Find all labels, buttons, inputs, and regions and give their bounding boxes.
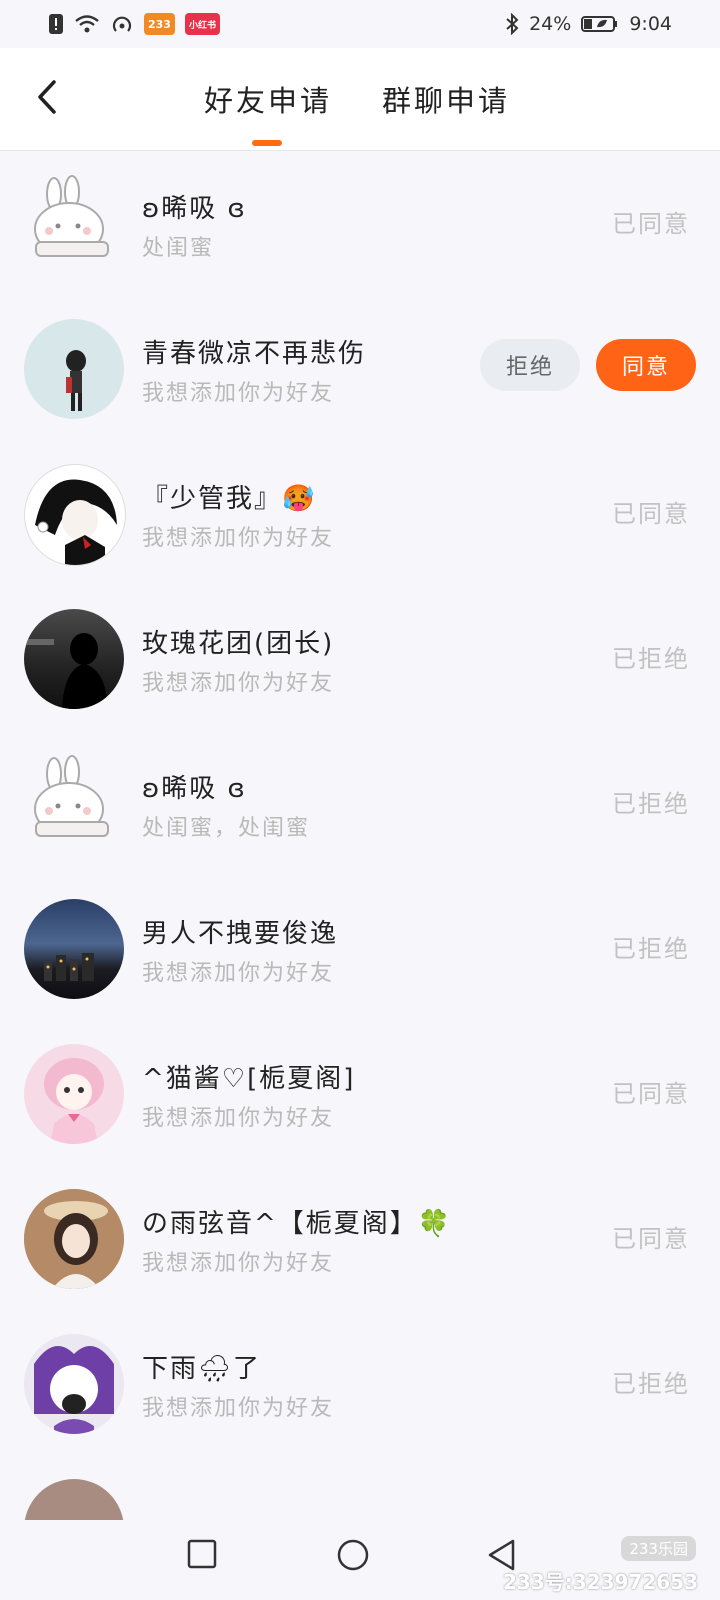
- avatar[interactable]: [24, 464, 126, 566]
- request-row[interactable]: 青春微凉不再悲伤 我想添加你为好友 拒绝 同意: [0, 295, 720, 443]
- app-xhs-icon: 小红书: [184, 13, 220, 35]
- request-row[interactable]: ^猫酱♡[栀夏阁] 我想添加你为好友 已同意: [0, 1020, 720, 1168]
- avatar[interactable]: [24, 1334, 124, 1434]
- request-status: 已同意: [612, 1080, 690, 1108]
- pink-anime-girl-avatar: [44, 1058, 104, 1144]
- avatar[interactable]: [24, 319, 124, 419]
- back-arrow-icon[interactable]: [28, 74, 68, 120]
- request-row[interactable]: [0, 1455, 720, 1520]
- requester-name: ʚ晞吸 ɞ: [142, 194, 247, 224]
- status-icons-left: 233 小红书: [48, 13, 220, 35]
- requester-name: 青春微凉不再悲伤: [142, 339, 367, 369]
- request-message: 我想添加你为好友: [142, 526, 335, 551]
- recent-apps-icon[interactable]: [186, 1538, 218, 1570]
- home-icon[interactable]: [336, 1538, 370, 1572]
- battery-icon: [581, 16, 618, 32]
- requester-name: 『少管我』🥵: [142, 484, 317, 514]
- watermark-id: 233号:323972653: [503, 1570, 698, 1594]
- wifi-icon: [75, 15, 99, 33]
- app-233-icon: 233: [144, 13, 175, 35]
- avatar[interactable]: [24, 899, 124, 999]
- active-tab-indicator: [252, 140, 282, 146]
- request-status: 已拒绝: [612, 790, 690, 818]
- alert-sim-icon: [49, 14, 63, 34]
- anime-boy-avatar: [35, 479, 117, 565]
- watermark-logo: 233乐园: [621, 1536, 696, 1561]
- request-row[interactable]: ʚ晞吸 ɞ 处闺蜜 已同意: [0, 150, 720, 298]
- request-message: 处闺蜜，处闺蜜: [142, 816, 311, 841]
- tab-friend-requests[interactable]: 好友申请: [204, 78, 332, 120]
- tab-group-requests[interactable]: 群聊申请: [382, 78, 510, 120]
- request-message: 我想添加你为好友: [142, 1106, 335, 1131]
- avatar[interactable]: [24, 754, 124, 854]
- request-message: 我想添加你为好友: [142, 961, 335, 986]
- avatar[interactable]: [24, 609, 124, 709]
- requester-name: 玫瑰花团(团长): [142, 629, 335, 659]
- request-message: 我想添加你为好友: [142, 671, 335, 696]
- friend-request-list[interactable]: ʚ晞吸 ɞ 处闺蜜 已同意 青春微凉不再悲伤 我想添加你为好友 拒绝 同意 『少…: [0, 150, 720, 1520]
- anime-character-avatar: [66, 350, 86, 411]
- request-message: 我想添加你为好友: [142, 1251, 335, 1276]
- clock-time: 9:04: [629, 13, 672, 35]
- cartoon-bunny-avatar: [34, 755, 109, 837]
- request-row[interactable]: 『少管我』🥵 我想添加你为好友 已同意: [0, 440, 720, 588]
- hotspot-icon: [112, 16, 132, 32]
- request-row[interactable]: 男人不拽要俊逸 我想添加你为好友 已拒绝: [0, 875, 720, 1023]
- girl-photo-avatar: [24, 1189, 124, 1289]
- requester-name: の雨弦音^【栀夏阁】🍀: [142, 1209, 453, 1239]
- requester-name: ʚ晞吸 ɞ: [142, 774, 247, 804]
- request-row[interactable]: 玫瑰花团(团长) 我想添加你为好友 已拒绝: [0, 585, 720, 733]
- avatar[interactable]: [24, 1044, 124, 1144]
- purple-character-avatar: [34, 1346, 114, 1434]
- requester-name: 男人不拽要俊逸: [142, 919, 339, 949]
- reject-button[interactable]: 拒绝: [480, 339, 580, 391]
- request-status: 已拒绝: [612, 645, 690, 673]
- request-message: 我想添加你为好友: [142, 381, 335, 406]
- cartoon-bunny-avatar: [34, 175, 109, 257]
- requester-name: 下雨🌧了: [142, 1354, 262, 1384]
- request-row[interactable]: の雨弦音^【栀夏阁】🍀 我想添加你为好友 已同意: [0, 1165, 720, 1313]
- avatar[interactable]: [24, 1189, 124, 1289]
- request-row[interactable]: 下雨🌧了 我想添加你为好友 已拒绝: [0, 1310, 720, 1458]
- requester-name: ^猫酱♡[栀夏阁]: [142, 1064, 356, 1094]
- request-row[interactable]: ʚ晞吸 ɞ 处闺蜜，处闺蜜 已拒绝: [0, 730, 720, 878]
- city-night-avatar: [44, 953, 94, 981]
- request-status: 已拒绝: [612, 935, 690, 963]
- status-icons-right: 24% 9:04: [505, 13, 672, 35]
- request-message: 处闺蜜: [142, 236, 215, 261]
- header-bar: 好友申请 群聊申请: [0, 48, 720, 151]
- request-status: 已同意: [612, 500, 690, 528]
- accept-button[interactable]: 同意: [596, 339, 696, 391]
- bluetooth-icon: [506, 13, 519, 35]
- dark-silhouette-avatar: [24, 633, 108, 709]
- request-message: 我想添加你为好友: [142, 1396, 335, 1421]
- request-status: 已同意: [612, 1225, 690, 1253]
- request-status: 已拒绝: [612, 1370, 690, 1398]
- battery-percent: 24%: [529, 13, 572, 35]
- request-status: 已同意: [612, 210, 690, 238]
- avatar[interactable]: [24, 1479, 124, 1520]
- status-bar: 233 小红书 24% 9:04: [0, 0, 720, 48]
- avatar[interactable]: [24, 174, 124, 274]
